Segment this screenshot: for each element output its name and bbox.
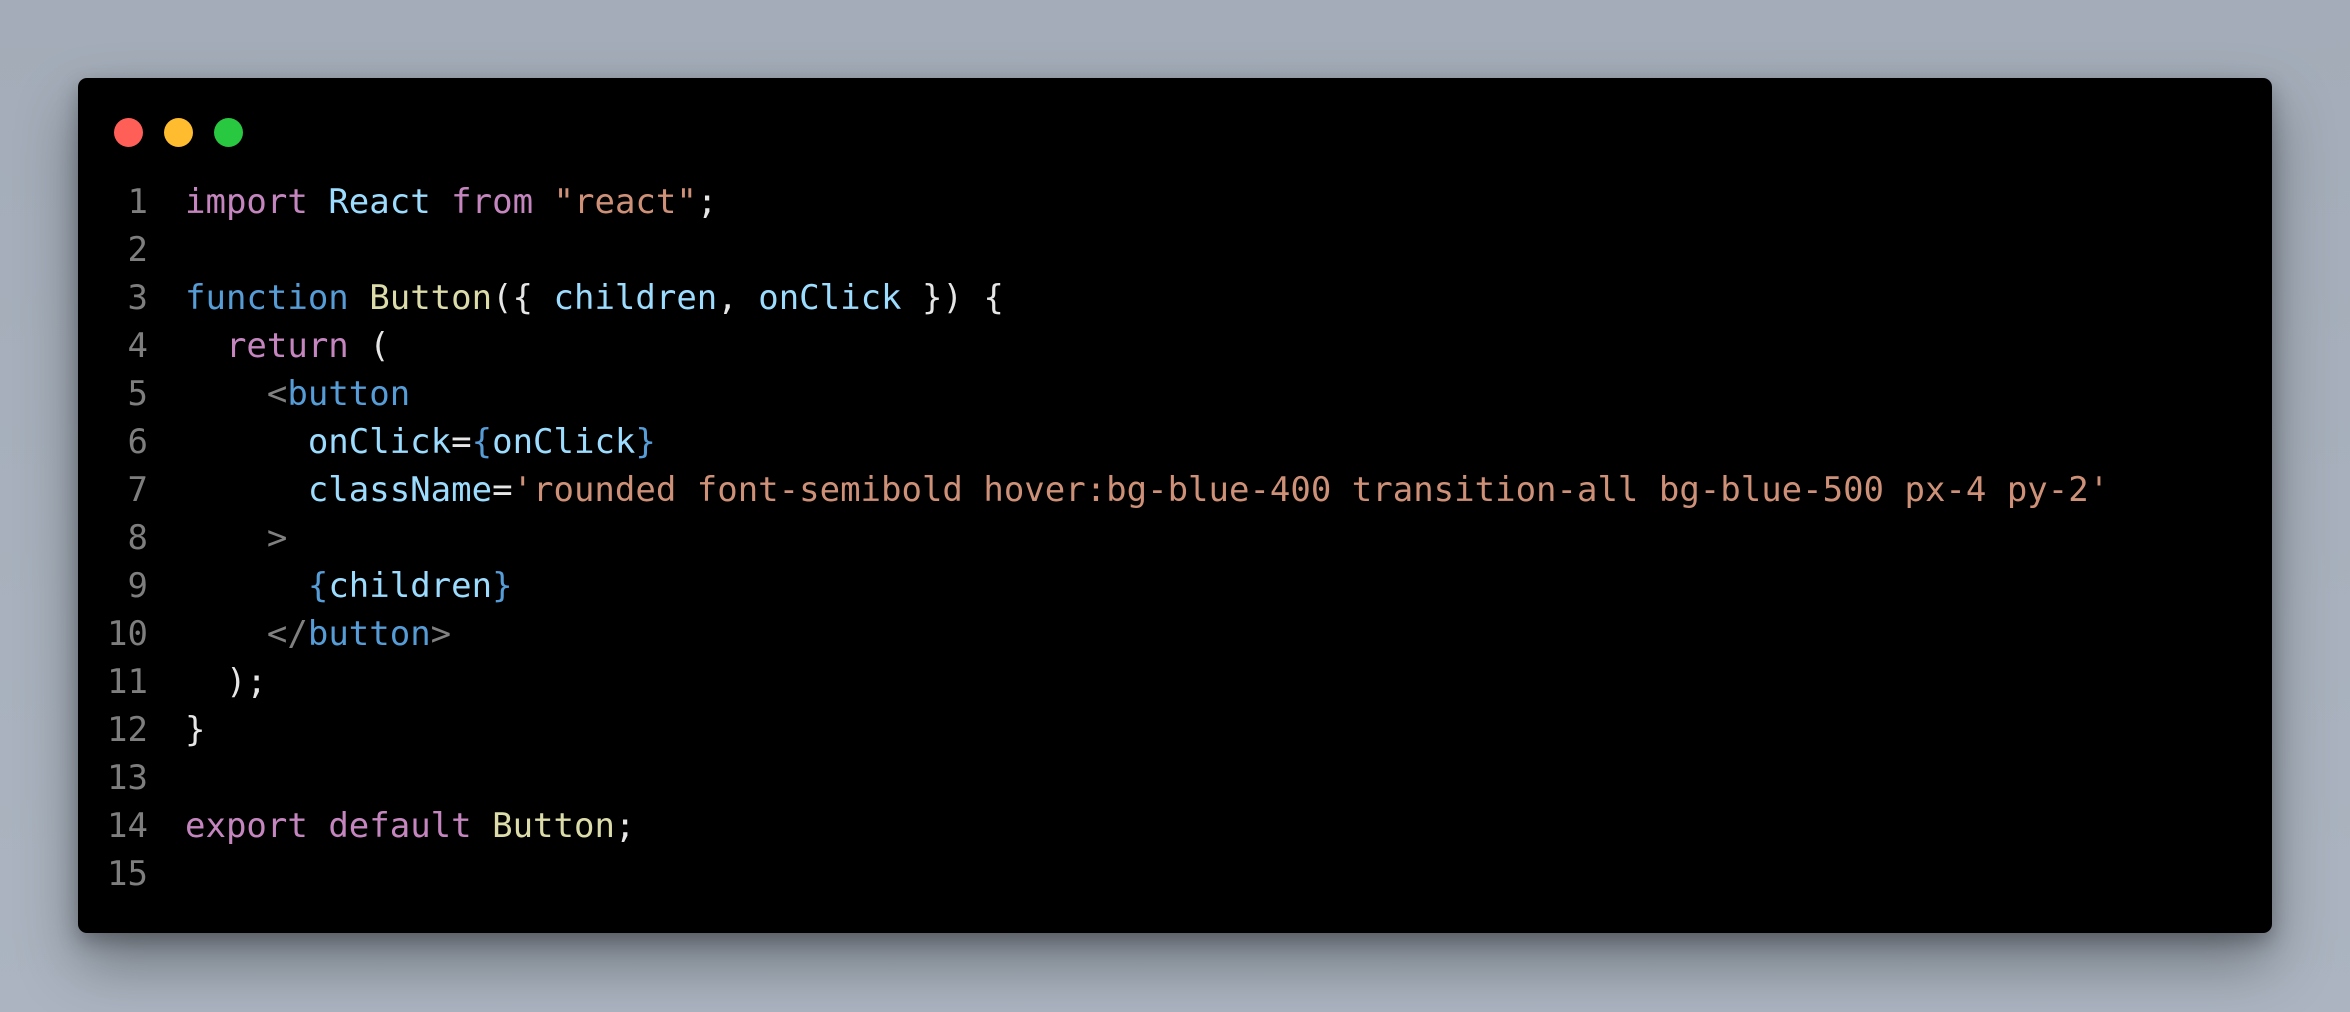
code-line-content: <button	[185, 370, 410, 418]
code-line-content: </button>	[185, 610, 451, 658]
code-line-content: {children}	[185, 562, 513, 610]
code-token-variable: className	[307, 470, 493, 510]
code-token-punctuation-dim: </	[266, 614, 308, 654]
line-number: 12	[107, 710, 148, 750]
code-line: 6 onClick={onClick}	[78, 418, 2272, 466]
code-token-function-name: Button	[492, 806, 615, 846]
code-line-content: export default Button;	[185, 802, 635, 850]
line-number: 6	[127, 422, 148, 462]
line-number: 13	[107, 758, 148, 798]
code-token-variable: React	[328, 182, 431, 222]
code-token-punctuation-dim: >	[430, 614, 452, 654]
code-line: 10 </button>	[78, 610, 2272, 658]
code-token-storage: }	[635, 422, 656, 462]
code-line: 14 export default Button;	[78, 802, 2272, 850]
code-token-string: "react"	[553, 182, 697, 222]
code-line: 3 function Button({ children, onClick }) …	[78, 274, 2272, 322]
window-titlebar	[78, 78, 2272, 188]
code-line-content: );	[185, 658, 267, 706]
code-token-string: 'rounded font-semibold hover:bg-blue-400…	[512, 470, 2110, 510]
line-number: 3	[127, 278, 148, 318]
code-token-punctuation-dim: <	[266, 374, 288, 414]
code-token-storage: {	[307, 566, 329, 606]
line-number: 2	[127, 230, 148, 270]
line-number: 5	[127, 374, 148, 414]
code-line-content: >	[185, 514, 287, 562]
code-window: 1 import React from "react"; 2 3 function Bu…	[78, 78, 2272, 933]
code-token-variable: onClick	[307, 422, 452, 462]
code-line: 8 >	[78, 514, 2272, 562]
line-number: 15	[107, 854, 148, 894]
minimize-window-button[interactable]	[164, 118, 193, 147]
code-token-plain: ,	[717, 278, 759, 318]
code-line: 15	[78, 850, 2272, 898]
line-number: 9	[127, 566, 148, 606]
code-line-content: className='rounded font-semibold hover:b…	[185, 466, 2109, 514]
code-line-content: return (	[185, 322, 390, 370]
code-token-function-name: Button	[369, 278, 493, 318]
maximize-window-button[interactable]	[214, 118, 243, 147]
code-token-variable: children	[328, 566, 493, 606]
code-token-variable: children	[553, 278, 718, 318]
code-token-plain: );	[185, 662, 267, 702]
code-token-keyword: import	[185, 182, 308, 222]
code-line: 4 return (	[78, 322, 2272, 370]
code-line: 5 <button	[78, 370, 2272, 418]
line-number: 7	[127, 470, 148, 510]
code-token-keyword: return	[225, 326, 349, 366]
code-token-keyword: export	[185, 806, 308, 846]
line-number: 11	[107, 662, 148, 702]
code-token-keyword: from	[451, 182, 534, 222]
code-line-content: function Button({ children, onClick }) {	[185, 274, 1004, 322]
code-line-content: import React from "react";	[185, 178, 717, 226]
line-number: 8	[127, 518, 148, 558]
code-token-plain: ;	[614, 806, 636, 846]
code-line: 12}	[78, 706, 2272, 754]
code-line: 11 );	[78, 658, 2272, 706]
line-number: 1	[127, 182, 148, 222]
line-number: 14	[107, 806, 148, 846]
code-line: 13	[78, 754, 2272, 802]
code-token-plain: ;	[696, 182, 718, 222]
code-line: 2	[78, 226, 2272, 274]
code-line-content: }	[185, 706, 205, 754]
code-token-storage: }	[492, 566, 513, 606]
code-token-plain: =	[492, 470, 513, 510]
code-token-plain: (	[348, 326, 390, 366]
code-token-keyword: default	[328, 806, 472, 846]
line-number: 4	[127, 326, 148, 366]
code-token-storage: function	[185, 278, 349, 318]
close-window-button[interactable]	[114, 118, 143, 147]
code-token-plain: }) {	[901, 278, 1004, 318]
code-line: 1 import React from "react";	[78, 178, 2272, 226]
code-token-punctuation-dim: >	[266, 518, 288, 558]
line-number: 10	[107, 614, 148, 654]
code-line: 7 className='rounded font-semibold hover…	[78, 466, 2272, 514]
code-editor[interactable]: 1 import React from "react"; 2 3 function Bu…	[78, 178, 2272, 898]
code-token-tag: button	[287, 374, 411, 414]
code-token-variable: onClick	[492, 422, 636, 462]
code-token-variable: onClick	[758, 278, 902, 318]
code-token-plain: ({	[492, 278, 554, 318]
code-token-tag: button	[307, 614, 431, 654]
code-token-plain: }	[185, 710, 206, 750]
code-line-content: onClick={onClick}	[185, 418, 656, 466]
code-token-plain: =	[451, 422, 472, 462]
code-line: 9 {children}	[78, 562, 2272, 610]
code-token-storage: {	[471, 422, 493, 462]
